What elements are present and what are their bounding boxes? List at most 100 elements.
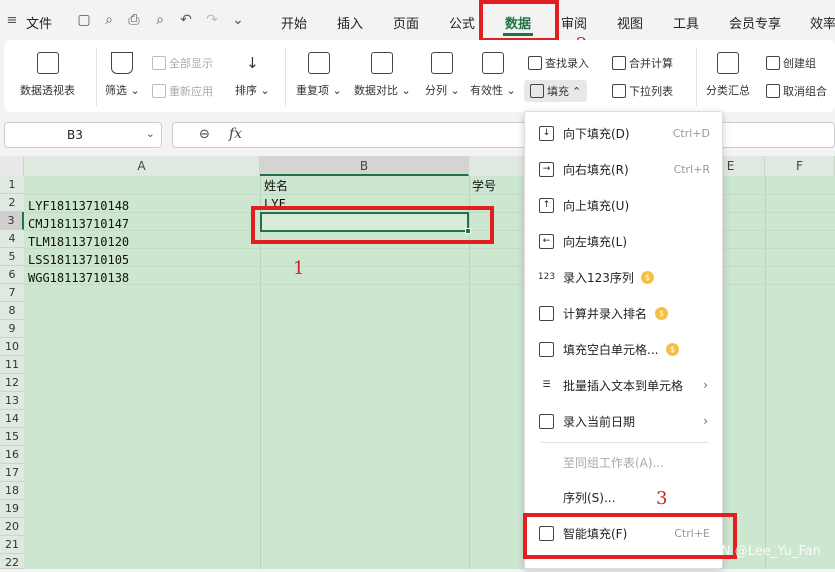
menu-item-fill-right[interactable]: → 向右填充(R) Ctrl+R [525,156,724,182]
menu-item-group-sheets[interactable]: 至同组工作表(A)... [525,449,724,475]
row-header[interactable]: 16 [0,446,24,464]
row-header[interactable]: 13 [0,392,24,410]
pivot-table-button[interactable]: 数据透视表 [20,52,75,98]
row-header[interactable]: 12 [0,374,24,392]
cell-c1[interactable]: 学号 [472,177,496,195]
row-header[interactable]: 9 [0,320,24,338]
row-header[interactable]: 7 [0,284,24,302]
row-header[interactable]: 2 [0,194,24,212]
duplicates-button[interactable]: 重复项 ⌄ [296,52,342,98]
cell-a2[interactable]: LYF18113710148 [28,197,129,215]
print-icon[interactable]: ⎙ [126,12,142,28]
fill-button[interactable]: 填充 ⌃ [524,80,588,102]
filter-button[interactable]: 筛选 ⌄ [105,52,140,98]
tab-review[interactable]: 审阅 [561,13,587,32]
tab-member[interactable]: 会员专享 [729,13,781,32]
row-header[interactable]: 6 [0,266,24,284]
sort-button[interactable]: ↓ 排序 ⌄ [235,52,270,98]
tab-home[interactable]: 开始 [281,13,307,32]
formula-input[interactable]: ⊖ fx [172,122,835,148]
menu-item-sequence-123[interactable]: 123 录入123序列 $ [525,264,724,290]
rank-icon [539,305,554,321]
tab-tools[interactable]: 工具 [673,13,699,32]
tab-page[interactable]: 页面 [393,13,419,32]
menu-item-series[interactable]: 序列(S)... [525,484,724,510]
cell-reference: B3 [67,128,83,142]
print-preview-icon[interactable]: ⌕ [152,12,168,28]
find-entry-button[interactable]: 查找录入 [528,55,589,71]
file-menu[interactable]: 文件 [26,13,52,32]
tab-insert[interactable]: 插入 [337,13,363,32]
name-box[interactable]: B3 ⌄ [4,122,162,148]
menu-item-fill-left[interactable]: ← 向左填充(L) [525,228,724,254]
row-header-active[interactable]: 3 [0,212,24,230]
row-header[interactable]: 22 [0,554,24,569]
cell-a4[interactable]: TLM18113710120 [28,233,129,251]
ungroup-button[interactable]: 取消组合 [766,83,827,99]
cell-a5[interactable]: LSS18113710105 [28,251,129,269]
duplicates-icon [307,52,330,74]
row-header[interactable]: 5 [0,248,24,266]
group-icon [766,56,780,70]
column-header-f[interactable]: F [765,156,835,176]
export-icon[interactable]: ⌕ [101,12,117,28]
cell-b1[interactable]: 姓名 [264,177,288,195]
row-header[interactable]: 18 [0,482,24,500]
tab-efficiency[interactable]: 效率 [810,13,835,32]
menu-label: 录入123序列 [563,270,634,285]
subtotal-button[interactable]: 分类汇总 [706,52,750,98]
chevron-down-icon[interactable]: ⌄ [230,12,246,28]
chevron-down-icon[interactable]: ⌄ [146,127,155,140]
column-header-b[interactable]: B [260,156,469,176]
highlight-data-tab [479,0,559,42]
menu-label: 向上填充(U) [563,198,630,213]
menu-item-fill-down[interactable]: ↓ 向下填充(D) Ctrl+D [525,120,724,146]
tab-formula[interactable]: 公式 [449,13,475,32]
row-header[interactable]: 21 [0,536,24,554]
undo-icon[interactable]: ↶ [178,12,194,28]
cell-a3[interactable]: CMJ18113710147 [28,215,129,233]
compare-label: 数据对比 [354,84,398,97]
split-columns-icon [431,52,454,74]
row-header[interactable]: 17 [0,464,24,482]
menu-item-batch-insert[interactable]: ☰ 批量插入文本到单元格 › [525,372,724,398]
redo-icon[interactable]: ↷ [204,12,220,28]
row-header[interactable]: 10 [0,338,24,356]
validity-button[interactable]: 有效性 ⌄ [470,52,516,98]
menu-item-rank[interactable]: 计算并录入排名 $ [525,300,724,326]
show-all-button[interactable]: 全部显示 [152,55,213,71]
row-header[interactable]: 11 [0,356,24,374]
menu-item-fill-blank[interactable]: 填充空白单元格... $ [525,336,724,362]
find-entry-label: 查找录入 [545,57,589,70]
row-header[interactable]: 4 [0,230,24,248]
row-header[interactable]: 1 [0,176,24,194]
create-group-button[interactable]: 创建组 [766,55,816,71]
menu-label: 向左填充(L) [563,234,628,249]
menu-label: 序列(S)... [563,490,616,505]
tab-view[interactable]: 视图 [617,13,643,32]
cell-a6[interactable]: WGG18113710138 [28,269,129,287]
validity-icon [481,52,504,74]
row-header[interactable]: 14 [0,410,24,428]
row-header[interactable]: 15 [0,428,24,446]
consolidate-button[interactable]: 合并计算 [612,55,673,71]
filter-icon [111,52,134,74]
reapply-button[interactable]: 重新应用 [152,83,213,99]
row-header[interactable]: 8 [0,302,24,320]
split-button[interactable]: 分列 ⌄ [425,52,460,98]
compare-button[interactable]: 数据对比 ⌄ [354,52,411,98]
menu-item-current-date[interactable]: 录入当前日期 › [525,408,724,434]
save-icon[interactable]: ▢ [76,12,92,28]
zoom-search-icon[interactable]: ⊖ [199,127,210,142]
row-header[interactable]: 19 [0,500,24,518]
dropdown-list-button[interactable]: 下拉列表 [612,83,673,99]
row-header[interactable]: 20 [0,518,24,536]
menu-item-fill-up[interactable]: ↑ 向上填充(U) [525,192,724,218]
function-icon[interactable]: fx [229,126,242,142]
select-all-corner[interactable] [0,156,24,176]
ribbon-toolbar: 数据透视表 筛选 ⌄ 全部显示 重新应用 ↓ 排序 ⌄ 重复项 ⌄ 数据对比 ⌄ … [4,40,835,112]
filter-label: 筛选 [105,84,127,97]
column-header-a[interactable]: A [24,156,260,176]
hamburger-icon[interactable]: ≡ [4,13,20,29]
ungroup-icon [766,84,780,98]
